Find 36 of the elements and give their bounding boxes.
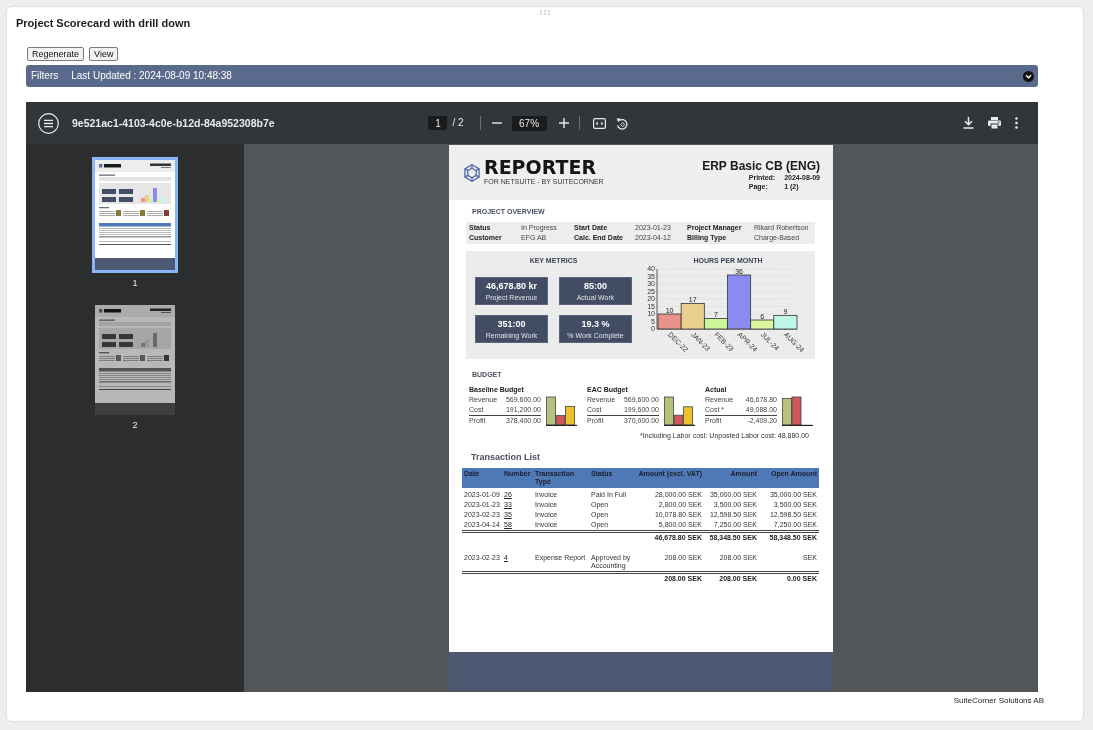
rotate-icon[interactable] bbox=[615, 116, 628, 130]
page-number-field[interactable]: 1 bbox=[428, 116, 448, 130]
page-thumbnail[interactable] bbox=[92, 157, 178, 273]
wordmark: REPORTER bbox=[484, 159, 597, 176]
page-thumbnail[interactable] bbox=[95, 305, 175, 415]
last-updated-text: Last Updated : 2024-08-09 10:48:38 bbox=[71, 70, 232, 82]
filters-label: Filters bbox=[31, 70, 59, 82]
hexagon-logo-icon bbox=[463, 163, 481, 182]
menu-icon[interactable] bbox=[38, 112, 59, 134]
section-heading: Transaction List bbox=[471, 452, 541, 462]
thumbnail-page-number: 2 bbox=[132, 420, 138, 430]
fit-to-page-icon[interactable] bbox=[592, 117, 606, 129]
thumbnail-page-number: 1 bbox=[132, 278, 138, 288]
file-name: 9e521ac1-4103-4c0e-b12d-84a952308b7e bbox=[72, 117, 275, 129]
report-title: ERP Basic CB (ENG) bbox=[702, 158, 820, 173]
filters-bar[interactable]: Filters Last Updated : 2024-08-09 10:48:38 bbox=[26, 65, 1038, 87]
page-title: Project Scorecard with drill down bbox=[16, 17, 191, 29]
print-icon[interactable] bbox=[988, 117, 1001, 129]
footer-text: SuiteCorner Solutions AB bbox=[953, 696, 1044, 705]
metric-value: 85:00 bbox=[584, 280, 607, 292]
mini-bar-chart bbox=[546, 396, 577, 426]
view-button[interactable]: View bbox=[89, 47, 119, 61]
mini-bar-chart bbox=[782, 396, 813, 426]
download-icon[interactable] bbox=[963, 117, 974, 129]
plus-icon[interactable] bbox=[558, 118, 569, 128]
minus-icon[interactable] bbox=[491, 122, 502, 124]
metric-value: 19.3 % bbox=[581, 318, 610, 330]
metric-value: 351:00 bbox=[497, 318, 526, 330]
metric-value: 46,678.80 kr bbox=[485, 280, 537, 292]
mini-bar-chart bbox=[664, 396, 695, 426]
page-count-label: / 2 bbox=[452, 117, 464, 129]
zoom-level-field[interactable]: 67% bbox=[511, 115, 547, 131]
chevron-down-icon[interactable] bbox=[1023, 70, 1034, 82]
more-icon[interactable] bbox=[1015, 117, 1018, 129]
drag-handle-icon[interactable] bbox=[540, 9, 550, 15]
regenerate-button[interactable]: Regenerate bbox=[27, 47, 85, 61]
